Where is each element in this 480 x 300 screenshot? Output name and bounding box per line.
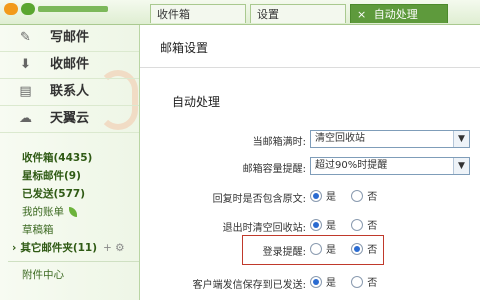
top-bar: 收件箱 设置 × 自动处理	[0, 0, 480, 25]
nav-receive-label: 收邮件	[50, 57, 90, 72]
download-icon: ⬇	[20, 57, 31, 72]
no-label: 否	[367, 221, 378, 232]
login-reminder-radio-group: 是 否	[310, 241, 389, 256]
client-save-sent-yes-radio[interactable]	[310, 275, 322, 288]
expand-icon[interactable]: ›	[12, 242, 16, 254]
close-icon[interactable]: ×	[357, 8, 366, 21]
page-title: 邮箱设置	[160, 41, 209, 55]
empty-trash-no-radio[interactable]	[351, 218, 364, 231]
include-original-no-radio[interactable]	[351, 189, 364, 202]
login-reminder-label: 登录提醒:	[262, 247, 306, 258]
cloud-icon: ☁	[19, 111, 32, 126]
include-original-label: 回复时是否包含原文:	[212, 194, 306, 205]
row-client-save-sent: 客户端发信保存到已发送: 是 否	[140, 271, 480, 295]
login-reminder-yes-radio[interactable]	[310, 242, 322, 255]
empty-trash-radio-group: 是 否	[310, 217, 389, 232]
pencil-icon: ✎	[20, 30, 31, 45]
nav-contacts-label: 联系人	[50, 84, 90, 99]
chevron-down-icon[interactable]: ▼	[453, 131, 469, 147]
row-login-reminder: 登录提醒: 是 否	[140, 238, 480, 262]
capacity-reminder-label: 邮箱容量提醒:	[242, 164, 306, 175]
capacity-reminder-select[interactable]: 超过90%时提醒 ▼	[310, 157, 470, 175]
folder-inbox-label: 收件箱(4435)	[22, 152, 93, 164]
include-original-radio-group: 是 否	[310, 188, 389, 203]
add-folder-icon[interactable]: + ⚙	[103, 242, 125, 254]
folder-list: 收件箱(4435) 星标邮件(9) 已发送(577) 我的账单 草稿箱 › 其它邮…	[0, 149, 139, 284]
client-save-sent-radio-group: 是 否	[310, 274, 389, 289]
tab-auto-process-label: 自动处理	[373, 8, 418, 21]
folder-drafts-label: 草稿箱	[22, 224, 54, 236]
tab-settings[interactable]: 设置	[250, 4, 346, 23]
folder-drafts[interactable]: 草稿箱	[0, 221, 139, 239]
folder-other-label: 其它邮件夹(11)	[20, 242, 98, 254]
capacity-reminder-value: 超过90%时提醒	[315, 160, 388, 171]
tab-settings-label: 设置	[257, 8, 279, 21]
empty-trash-yes-radio[interactable]	[310, 218, 322, 231]
client-save-sent-label: 客户端发信保存到已发送:	[192, 280, 306, 291]
row-capacity-reminder: 邮箱容量提醒: 超过90%时提醒 ▼	[140, 155, 480, 179]
row-include-original: 回复时是否包含原文: 是 否	[140, 185, 480, 209]
folder-bills[interactable]: 我的账单	[0, 203, 139, 221]
empty-trash-label: 退出时清空回收站:	[222, 223, 306, 234]
yes-label: 是	[326, 278, 336, 289]
include-original-yes-radio[interactable]	[310, 189, 322, 202]
client-save-sent-no-radio[interactable]	[351, 275, 364, 288]
section-subtitle: 自动处理	[172, 95, 221, 109]
folder-starred-label: 星标邮件(9)	[22, 170, 81, 182]
tab-inbox[interactable]: 收件箱	[150, 4, 246, 23]
attachment-center[interactable]: 附件中心	[0, 266, 139, 284]
folder-sent-label: 已发送(577)	[22, 188, 86, 200]
folder-starred[interactable]: 星标邮件(9)	[0, 167, 139, 185]
no-label: 否	[367, 278, 378, 289]
tab-auto-process[interactable]: × 自动处理	[350, 4, 448, 23]
row-mailbox-full: 当邮箱满时: 清空回收站 ▼	[140, 128, 480, 152]
yes-label: 是	[326, 192, 336, 203]
chevron-down-icon[interactable]: ▼	[453, 158, 469, 174]
nav-receive[interactable]: ⬇ 收邮件	[0, 52, 139, 79]
leaf-icon	[69, 207, 77, 217]
no-label: 否	[367, 192, 378, 203]
tab-inbox-label: 收件箱	[157, 8, 190, 21]
nav-compose[interactable]: ✎ 写邮件	[0, 25, 139, 52]
divider	[8, 261, 139, 262]
login-reminder-no-radio[interactable]	[351, 242, 364, 255]
yes-label: 是	[326, 221, 336, 232]
mailbox-full-select[interactable]: 清空回收站 ▼	[310, 130, 470, 148]
nav-cloud[interactable]: ☁ 天翼云	[0, 106, 139, 133]
settings-panel: 邮箱设置 自动处理 当邮箱满时: 清空回收站 ▼ 邮箱容量提醒: 超过90%时提…	[140, 25, 480, 300]
nav-cloud-label: 天翼云	[50, 111, 90, 126]
yes-label: 是	[326, 245, 336, 256]
folder-sent[interactable]: 已发送(577)	[0, 185, 139, 203]
mailbox-full-value: 清空回收站	[315, 133, 365, 144]
no-label: 否	[367, 245, 378, 256]
attachment-center-label: 附件中心	[22, 269, 64, 281]
mailbox-full-label: 当邮箱满时:	[252, 137, 306, 148]
brand-logo	[4, 3, 139, 17]
nav-contacts[interactable]: ▤ 联系人	[0, 79, 139, 106]
nav-compose-label: 写邮件	[50, 30, 90, 45]
folder-inbox[interactable]: 收件箱(4435)	[0, 149, 139, 167]
sidebar: ✎ 写邮件 ⬇ 收邮件 ▤ 联系人 ☁ 天翼云 收件箱(4435) 星标邮件(9…	[0, 25, 140, 300]
address-book-icon: ▤	[19, 84, 32, 99]
folder-bills-label: 我的账单	[22, 206, 64, 218]
section-header: 邮箱设置	[140, 25, 480, 68]
folder-other[interactable]: › 其它邮件夹(11) + ⚙	[0, 239, 139, 257]
